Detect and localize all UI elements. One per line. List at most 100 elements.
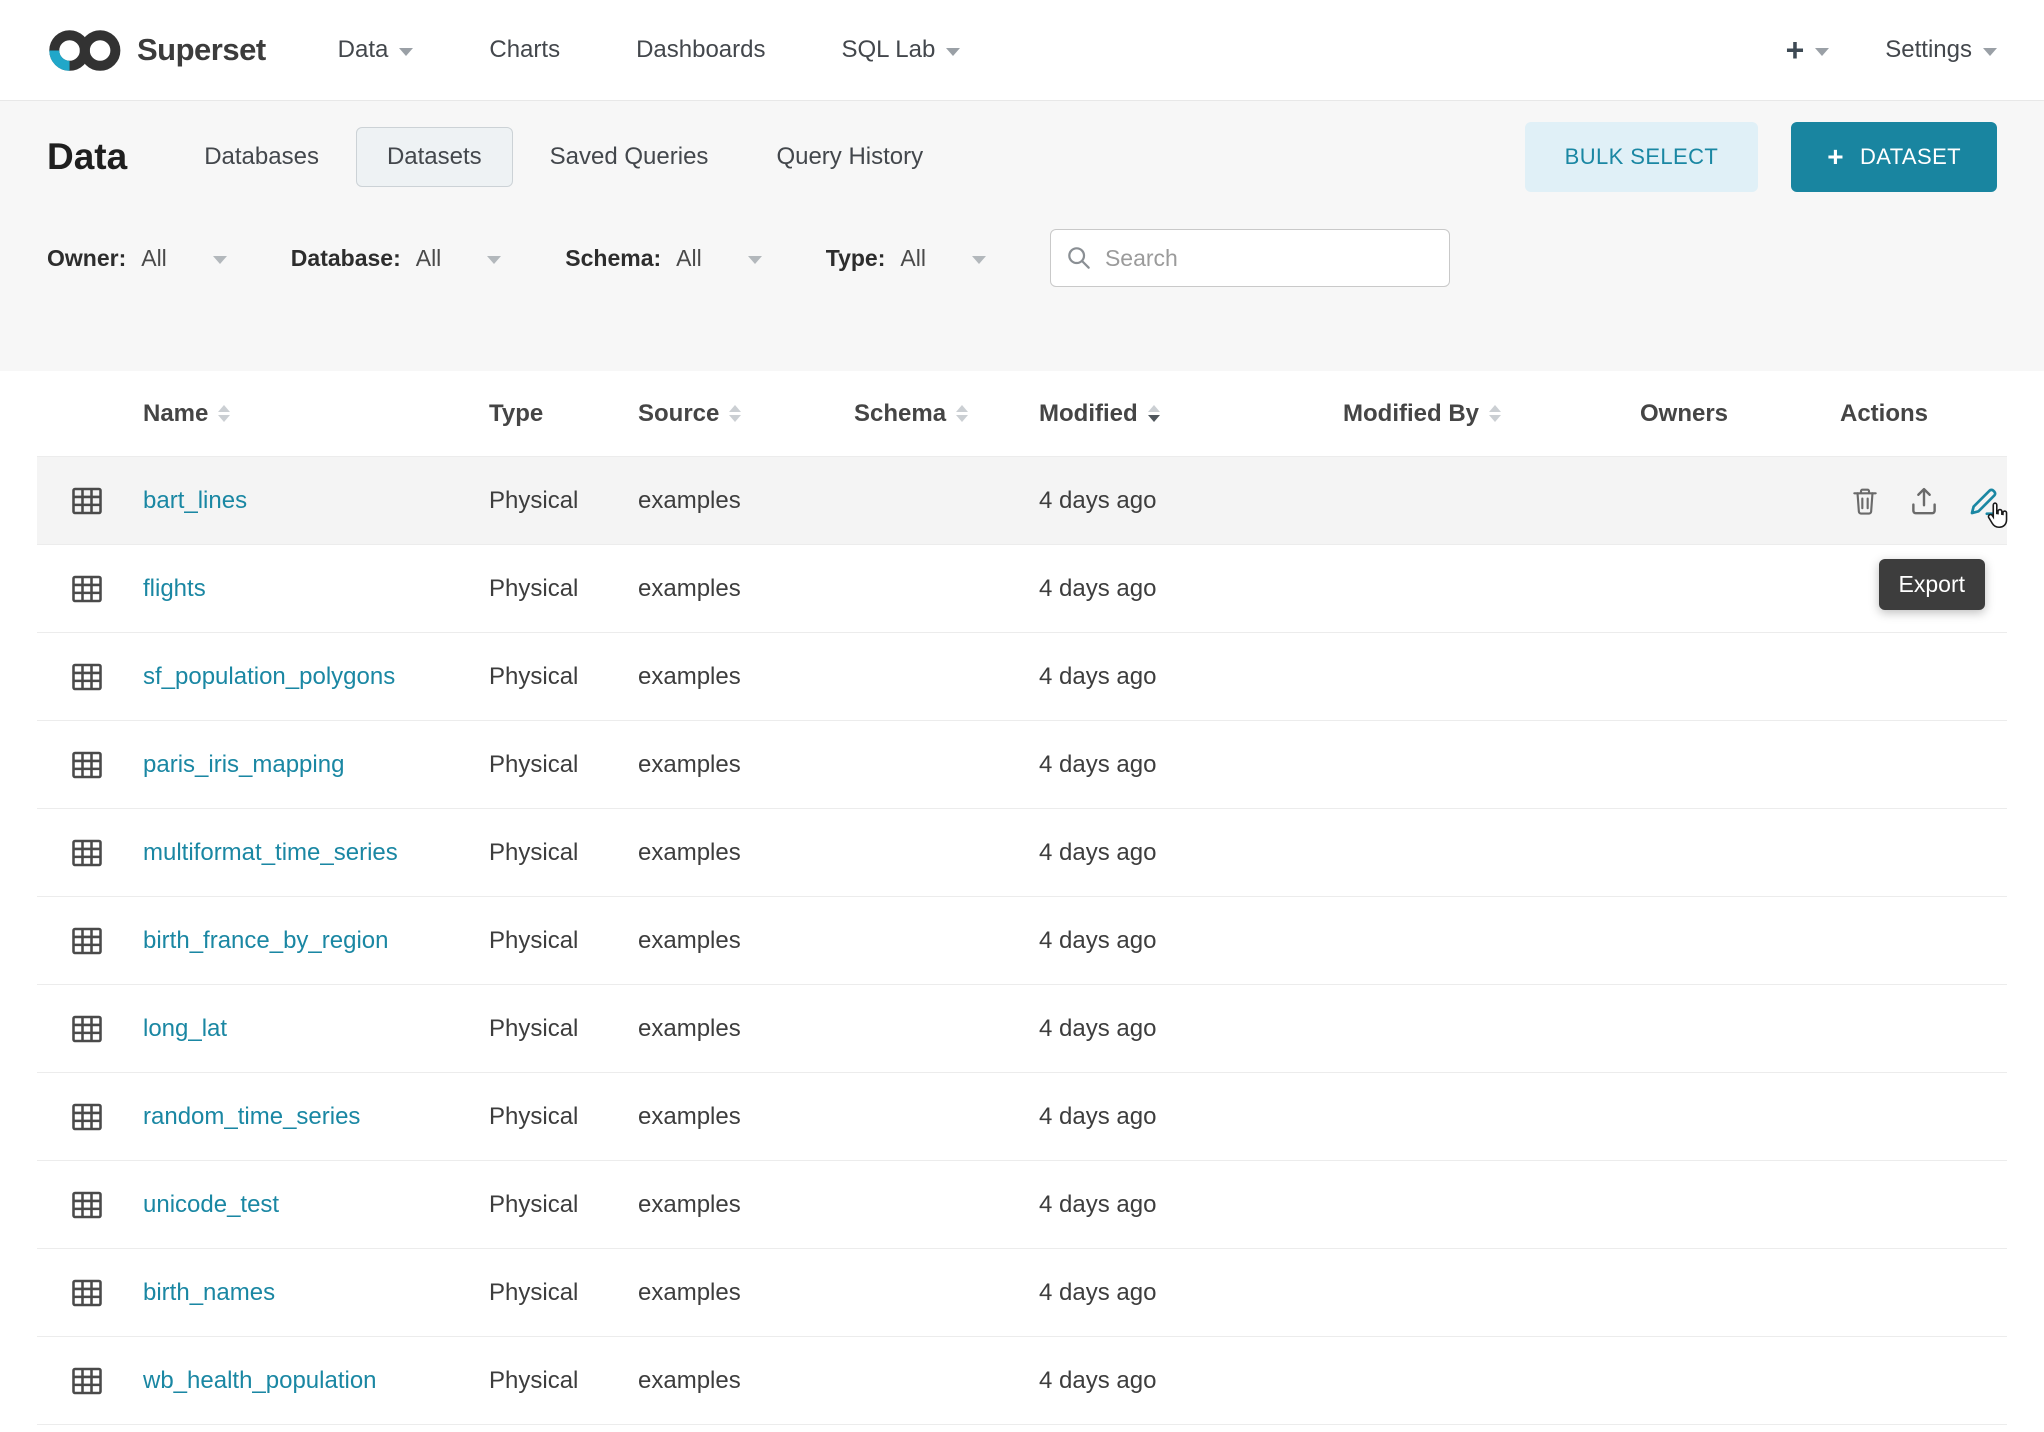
trash-icon xyxy=(1849,484,1881,518)
export-button[interactable] xyxy=(1907,484,1941,518)
data-tabs: Databases Datasets Saved Queries Query H… xyxy=(173,127,954,187)
schema-filter-dropdown[interactable]: Schema: All xyxy=(565,245,761,272)
sort-icon xyxy=(729,405,741,422)
dataset-name-link[interactable]: birth_names xyxy=(143,1279,275,1306)
dataset-type: Physical xyxy=(489,927,638,955)
filter-label: Type: xyxy=(826,245,886,272)
nav-item-sql-lab[interactable]: SQL Lab xyxy=(841,36,960,64)
dataset-modified: 4 days ago xyxy=(1039,663,1343,691)
column-header-modified-by[interactable]: Modified By xyxy=(1343,400,1640,428)
nav-item-label: Data xyxy=(338,36,389,64)
dataset-name-link[interactable]: paris_iris_mapping xyxy=(143,751,344,778)
dataset-source: examples xyxy=(638,1279,854,1307)
column-header-source[interactable]: Source xyxy=(638,400,854,428)
brand-name: Superset xyxy=(137,32,266,68)
filter-value: All xyxy=(416,245,442,272)
datasets-table: Name Type Source Schema Modified Modifie… xyxy=(0,371,2044,1425)
nav-item-label: SQL Lab xyxy=(841,36,935,64)
superset-logo-icon xyxy=(47,27,125,74)
chevron-down-icon xyxy=(748,256,762,264)
row-actions: Export xyxy=(1840,1073,2007,1160)
dataset-grid-icon xyxy=(69,1363,105,1399)
add-dataset-button[interactable]: + DATASET xyxy=(1791,122,1997,192)
filter-value: All xyxy=(676,245,702,272)
dataset-name-link[interactable]: birth_france_by_region xyxy=(143,927,389,954)
filter-label: Owner: xyxy=(47,245,126,272)
dataset-source: examples xyxy=(638,1103,854,1131)
subheader: Data Databases Datasets Saved Queries Qu… xyxy=(0,101,2044,371)
dataset-name-link[interactable]: sf_population_polygons xyxy=(143,663,395,690)
dataset-modified: 4 days ago xyxy=(1039,839,1343,867)
dataset-source: examples xyxy=(638,839,854,867)
cursor-pointer-icon xyxy=(1983,501,2013,540)
page-title: Data xyxy=(47,136,127,178)
table-row: birth_france_by_region Physical examples… xyxy=(37,897,2007,985)
sort-icon xyxy=(218,405,230,422)
dataset-grid-icon xyxy=(69,923,105,959)
tab-datasets[interactable]: Datasets xyxy=(356,127,513,187)
type-filter-dropdown[interactable]: Type: All xyxy=(826,245,986,272)
column-header-schema[interactable]: Schema xyxy=(854,400,1039,428)
delete-button[interactable] xyxy=(1849,484,1881,518)
tab-query-history[interactable]: Query History xyxy=(745,127,954,187)
nav-item-label: Charts xyxy=(489,36,560,64)
filter-label: Schema: xyxy=(565,245,661,272)
row-actions: Export xyxy=(1840,633,2007,720)
dataset-name-link[interactable]: long_lat xyxy=(143,1015,227,1042)
nav-item-dashboards[interactable]: Dashboards xyxy=(636,36,765,64)
dataset-type: Physical xyxy=(489,1015,638,1043)
dataset-type: Physical xyxy=(489,575,638,603)
dataset-name-link[interactable]: unicode_test xyxy=(143,1191,279,1218)
nav-item-charts[interactable]: Charts xyxy=(489,36,560,64)
export-tooltip: Export xyxy=(1879,559,1985,610)
dataset-grid-icon xyxy=(69,1275,105,1311)
chevron-down-icon xyxy=(946,48,960,56)
navbar: Superset Data Charts Dashboards SQL Lab … xyxy=(0,0,2044,101)
dataset-modified: 4 days ago xyxy=(1039,1279,1343,1307)
dataset-grid-icon xyxy=(69,1099,105,1135)
tab-saved-queries[interactable]: Saved Queries xyxy=(519,127,740,187)
superset-brand[interactable]: Superset xyxy=(47,27,266,74)
nav-item-data[interactable]: Data xyxy=(338,36,414,64)
dataset-source: examples xyxy=(638,1191,854,1219)
dataset-source: examples xyxy=(638,1367,854,1395)
dataset-name-link[interactable]: random_time_series xyxy=(143,1103,360,1130)
column-header-type: Type xyxy=(489,400,638,428)
navbar-right: + Settings xyxy=(1786,34,1997,66)
column-header-name[interactable]: Name xyxy=(143,400,489,428)
database-filter-dropdown[interactable]: Database: All xyxy=(291,245,502,272)
tab-databases[interactable]: Databases xyxy=(173,127,350,187)
add-dataset-label: DATASET xyxy=(1860,144,1961,170)
dataset-name-link[interactable]: bart_lines xyxy=(143,487,247,514)
dataset-modified: 4 days ago xyxy=(1039,751,1343,779)
chevron-down-icon xyxy=(1815,48,1829,56)
dataset-name-link[interactable]: multiformat_time_series xyxy=(143,839,398,866)
settings-label: Settings xyxy=(1885,36,1972,64)
table-row: multiformat_time_series Physical example… xyxy=(37,809,2007,897)
dataset-modified: 4 days ago xyxy=(1039,487,1343,515)
dataset-source: examples xyxy=(638,927,854,955)
dataset-modified: 4 days ago xyxy=(1039,1367,1343,1395)
bulk-select-button[interactable]: BULK SELECT xyxy=(1525,122,1759,192)
dataset-modified: 4 days ago xyxy=(1039,575,1343,603)
dataset-modified: 4 days ago xyxy=(1039,1103,1343,1131)
dataset-grid-icon xyxy=(69,483,105,519)
table-row: flights Physical examples 4 days ago xyxy=(37,545,2007,633)
chevron-down-icon xyxy=(487,256,501,264)
chevron-down-icon xyxy=(1983,48,1997,56)
dataset-name-link[interactable]: wb_health_population xyxy=(143,1367,377,1394)
column-header-modified[interactable]: Modified xyxy=(1039,400,1343,428)
search-icon xyxy=(1065,244,1093,272)
search-input[interactable] xyxy=(1105,245,1435,272)
owner-filter-dropdown[interactable]: Owner: All xyxy=(47,245,227,272)
table-row: random_time_series Physical examples 4 d… xyxy=(37,1073,2007,1161)
dataset-type: Physical xyxy=(489,1103,638,1131)
settings-menu-button[interactable]: Settings xyxy=(1885,36,1997,64)
column-header-actions: Actions xyxy=(1840,400,2007,428)
row-actions: Export xyxy=(1840,457,2007,544)
filter-value: All xyxy=(141,245,167,272)
new-item-menu-button[interactable]: + xyxy=(1786,34,1830,66)
dataset-type: Physical xyxy=(489,839,638,867)
dataset-name-link[interactable]: flights xyxy=(143,575,206,602)
dataset-source: examples xyxy=(638,575,854,603)
